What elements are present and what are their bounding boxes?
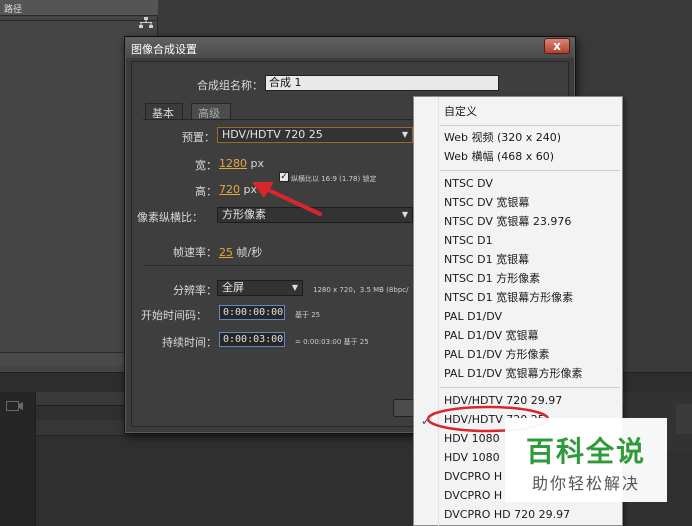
- menu-item[interactable]: PAL D1/DV: [414, 307, 622, 326]
- menu-item[interactable]: NTSC DV 宽银幕 23.976: [414, 212, 622, 231]
- watermark-logo: 百科全说 助你轻松解决: [505, 418, 667, 502]
- composition-icon: [6, 401, 23, 411]
- timeline-scroll-edge: [676, 404, 692, 434]
- watermark-subtitle: 助你轻松解决: [531, 474, 640, 493]
- menu-item[interactable]: NTSC D1 宽银幕方形像素: [414, 288, 622, 307]
- width-unit: px: [250, 157, 265, 170]
- duration-input[interactable]: 0:00:03:00: [219, 332, 285, 347]
- duration-label: 持续时间：: [162, 336, 217, 349]
- width-row: 1280 px: [219, 157, 264, 170]
- menu-item[interactable]: PAL D1/DV 方形像素: [414, 345, 622, 364]
- ok-button[interactable]: [393, 399, 415, 417]
- chevron-down-icon: ▼: [401, 210, 408, 219]
- menu-item[interactable]: PAL D1/DV 宽银幕方形像素: [414, 364, 622, 383]
- menu-item[interactable]: Web 视频 (320 x 240): [414, 128, 622, 147]
- preset-value: HDV/HDTV 720 25: [222, 128, 323, 141]
- start-timecode-label: 开始时间码：: [141, 309, 207, 322]
- menu-separator: [440, 125, 620, 126]
- menu-item[interactable]: DVCPRO HD 720 29.97: [414, 505, 622, 524]
- frame-rate-value[interactable]: 25: [219, 246, 233, 259]
- resolution-dropdown[interactable]: 全屏 ▼: [217, 280, 303, 296]
- start-timecode-base: 基于 25: [295, 311, 321, 319]
- chevron-down-icon: ▼: [401, 130, 408, 139]
- height-label: 高：: [195, 185, 217, 198]
- pixel-aspect-label: 像素纵横比：: [137, 211, 203, 224]
- frame-rate-unit: 帧/秒: [236, 246, 263, 259]
- menu-separator: [440, 170, 620, 171]
- menu-item[interactable]: Web 横幅 (468 x 60): [414, 147, 622, 166]
- panel-footer: [0, 352, 130, 366]
- close-button[interactable]: x: [544, 38, 570, 54]
- chevron-down-icon: ▼: [291, 283, 298, 292]
- resolution-value: 全屏: [222, 281, 244, 294]
- menu-item[interactable]: NTSC D1 宽银幕: [414, 250, 622, 269]
- timeline-layer-column: [0, 392, 36, 526]
- hierarchy-icon[interactable]: [139, 17, 153, 30]
- width-value[interactable]: 1280: [219, 157, 247, 170]
- width-label: 宽：: [195, 159, 217, 172]
- preset-dropdown[interactable]: HDV/HDTV 720 25 ▼: [217, 127, 413, 143]
- watermark-title: 百科全说: [525, 435, 646, 468]
- menu-item[interactable]: NTSC DV: [414, 174, 622, 193]
- annotation-arrow: [252, 182, 322, 216]
- frame-rate-label: 帧速率：: [173, 246, 217, 259]
- start-timecode-input[interactable]: 0:00:00:00: [219, 305, 285, 320]
- name-label: 合成组名称：: [197, 79, 263, 92]
- resolution-info: 1280 x 720，3.5 MB (8bpc/: [313, 286, 409, 294]
- frame-rate-row: 25 帧/秒: [219, 244, 262, 260]
- duration-info: = 0:00:03:00 基于 25: [295, 338, 369, 346]
- menu-item-custom[interactable]: 自定义: [414, 102, 622, 121]
- height-value[interactable]: 720: [219, 183, 240, 196]
- dialog-title[interactable]: 图像合成设置: [126, 38, 574, 58]
- menu-item[interactable]: NTSC D1: [414, 231, 622, 250]
- menu-item[interactable]: NTSC D1 方形像素: [414, 269, 622, 288]
- panel-divider: [0, 20, 158, 21]
- composition-name-input[interactable]: 合成 1: [265, 75, 499, 91]
- tab-advanced[interactable]: 高级: [191, 103, 231, 120]
- tab-basic[interactable]: 基本: [145, 103, 183, 120]
- resolution-label: 分辨率：: [173, 284, 217, 297]
- preset-label: 预置：: [182, 131, 215, 144]
- menu-separator: [440, 387, 620, 388]
- menu-item[interactable]: NTSC DV 宽银幕: [414, 193, 622, 212]
- panel-header-label: 路径: [0, 0, 158, 16]
- menu-item[interactable]: PAL D1/DV 宽银幕: [414, 326, 622, 345]
